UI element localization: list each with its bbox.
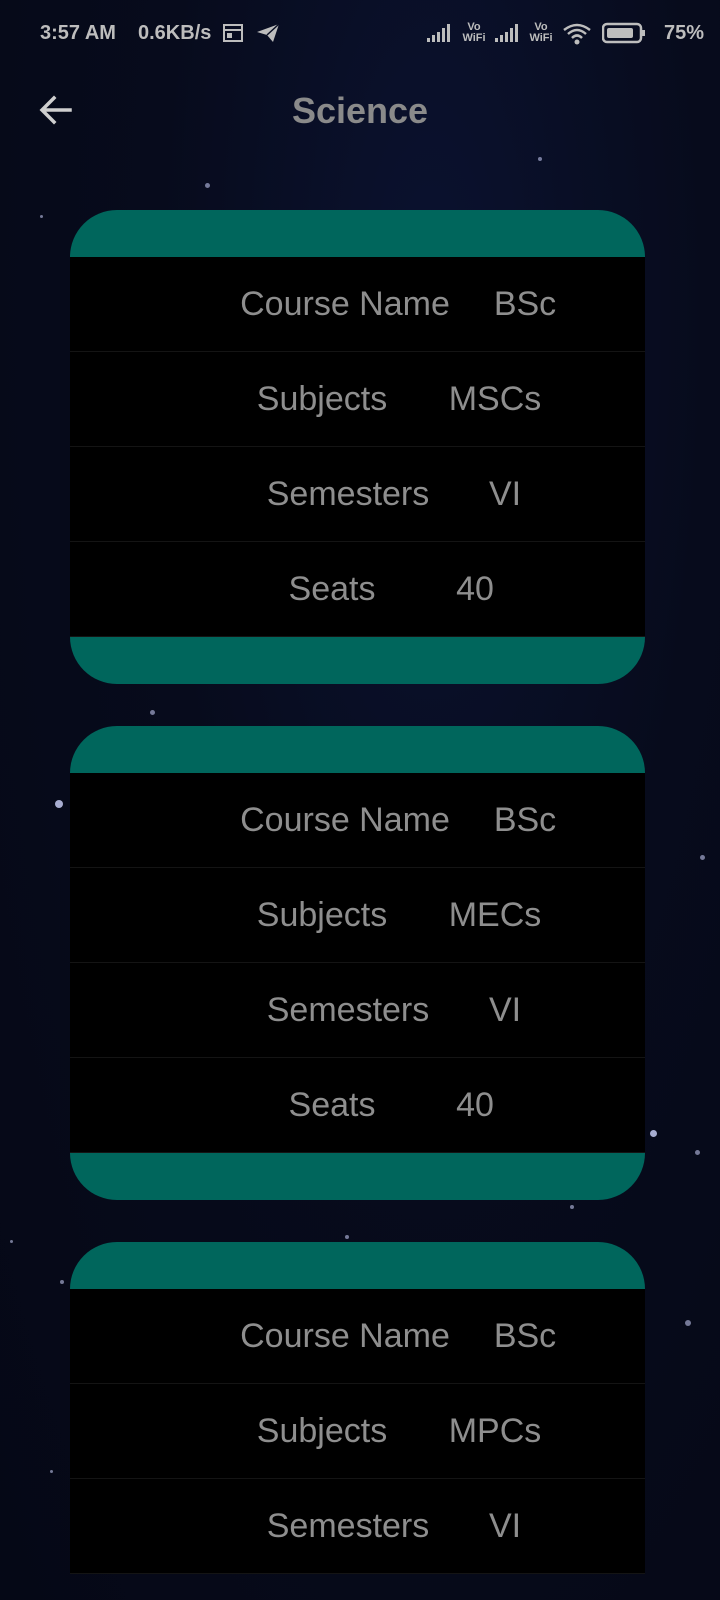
table-row: Seats 40 [70,542,645,637]
row-label: Course Name [240,1317,450,1355]
table-row: Subjects MECs [70,868,645,963]
card-footer-band [70,637,645,684]
row-label: Course Name [240,801,450,839]
volte-label-1: Vo WiFi [462,21,486,44]
row-label: Subjects [256,380,388,418]
card-header-band [70,210,645,257]
row-value: BSc [493,285,557,323]
row-label: Course Name [240,285,450,323]
signal-icon [425,22,453,49]
row-value: VI [488,991,522,1029]
table-row: Course Name BSc [70,773,645,868]
row-value: MSCs [448,380,542,418]
battery-icon [601,22,646,49]
app-bar: Science [0,70,720,150]
status-bar: 3:57 AM 0.6KB/s Vo WiFi Vo WiFi 75% [0,0,720,70]
row-value: BSc [493,801,557,839]
table-row: Course Name BSc [70,257,645,352]
course-card: Course Name BSc Subjects MPCs Semesters … [70,1242,645,1574]
row-label: Subjects [256,896,388,934]
table-row: Subjects MSCs [70,352,645,447]
status-network-speed: 0.6KB/s [138,22,212,44]
row-value: BSc [493,1317,557,1355]
course-card: Course Name BSc Subjects MSCs Semesters … [70,210,645,684]
table-row: Semesters VI [70,1479,645,1574]
row-value: 40 [456,1086,494,1124]
row-label: Subjects [256,1412,388,1450]
row-value: VI [488,1507,522,1545]
table-row: Semesters VI [70,447,645,542]
card-header-band [70,726,645,773]
row-value: VI [488,475,522,513]
battery-percent: 75% [663,22,704,44]
telegram-icon [255,22,281,49]
row-value: MECs [448,896,542,934]
row-value: MPCs [448,1412,542,1450]
table-row: Semesters VI [70,963,645,1058]
card-footer-band [70,1153,645,1200]
card-header-band [70,1242,645,1289]
volte-label-2: Vo WiFi [529,21,553,44]
wifi-icon [562,22,592,51]
row-value: 40 [456,570,494,608]
signal-icon-2 [493,22,521,49]
calendar-icon [222,22,244,49]
table-row: Subjects MPCs [70,1384,645,1479]
table-row: Seats 40 [70,1058,645,1153]
table-row: Course Name BSc [70,1289,645,1384]
course-card: Course Name BSc Subjects MECs Semesters … [70,726,645,1200]
status-time: 3:57 AM [40,22,116,44]
page-title: Science [291,90,429,131]
